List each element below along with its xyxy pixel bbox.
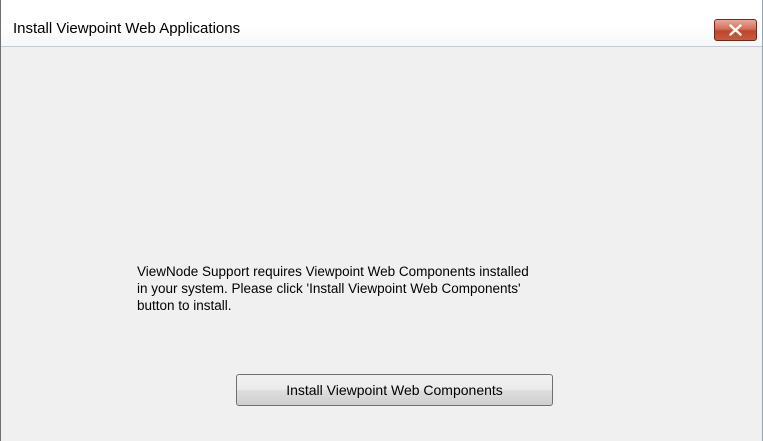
message-line: in your system. Please click 'Install Vi… (137, 281, 521, 296)
install-dialog-window: Install Viewpoint Web Applications ViewN… (0, 0, 763, 441)
close-icon (729, 24, 742, 36)
message-line: ViewNode Support requires Viewpoint Web … (137, 264, 529, 279)
window-title: Install Viewpoint Web Applications (13, 20, 241, 37)
title-bar[interactable]: Install Viewpoint Web Applications (1, 0, 762, 47)
install-components-button[interactable]: Install Viewpoint Web Components (236, 374, 553, 406)
install-message: ViewNode Support requires Viewpoint Web … (137, 263, 657, 314)
dialog-content: ViewNode Support requires Viewpoint Web … (1, 47, 762, 441)
close-button[interactable] (714, 19, 757, 41)
message-line: button to install. (137, 298, 232, 313)
